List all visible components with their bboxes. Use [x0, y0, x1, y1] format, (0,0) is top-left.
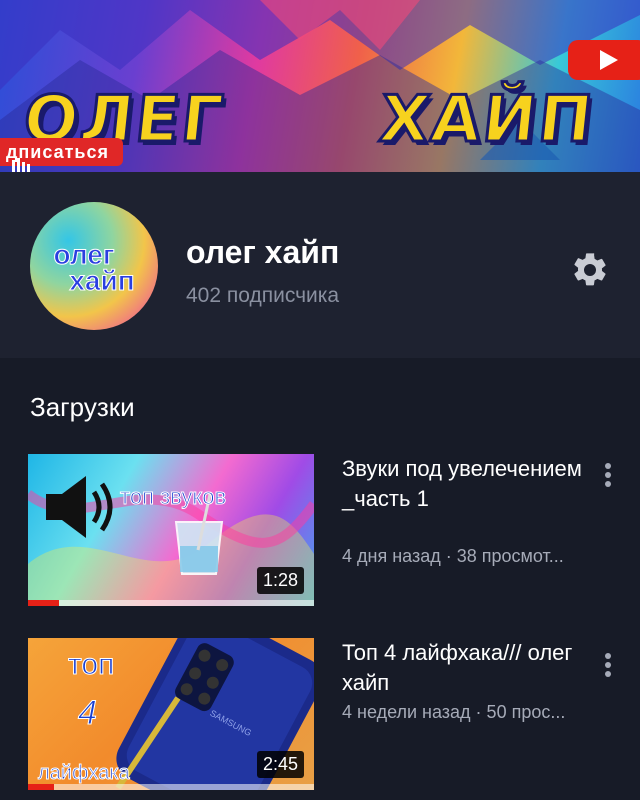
channel-header: олег хайп олег хайп 402 подписчика — [0, 172, 640, 358]
video-duration: 1:28 — [256, 567, 304, 594]
video-thumbnail[interactable]: топ звуков 1:28 — [28, 454, 314, 606]
uploads-section: Загрузки топ звуков 1:28 Звуки под увеле… — [0, 358, 640, 800]
watch-progress-bar — [28, 784, 314, 790]
more-vert-icon[interactable] — [598, 460, 618, 490]
video-meta: 4 дня назад · 38 просмот... — [342, 546, 564, 566]
video-meta: 4 недели назад · 50 прос... — [342, 702, 566, 722]
section-title: Загрузки — [30, 392, 135, 422]
thumbnail-caption-number: 4 — [78, 694, 98, 733]
banner-title-right: ХАЙП — [375, 82, 600, 159]
video-thumbnail[interactable]: SAMSUNG топ 4 лайфхака 2:45 — [28, 638, 314, 790]
thumbnail-caption-bottom: лайфхака — [38, 762, 131, 785]
channel-avatar[interactable]: олег хайп — [30, 202, 158, 330]
watch-progress-bar — [28, 600, 314, 606]
video-title[interactable]: Топ 4 лайфхака/// олег хайп — [342, 638, 592, 698]
youtube-logo-icon — [568, 40, 640, 80]
cursor-hand-icon — [12, 158, 30, 172]
gear-icon[interactable] — [570, 250, 610, 290]
channel-banner: ОЛЕГ ХАЙП дписаться — [0, 0, 640, 172]
avatar-text-line2: хайп — [69, 265, 135, 296]
speaker-icon — [46, 476, 113, 538]
more-vert-icon[interactable] — [598, 650, 618, 680]
video-title[interactable]: Звуки под увелечением _часть 1 — [342, 454, 592, 514]
watch-progress-fill — [28, 600, 60, 606]
watch-progress-fill — [28, 784, 54, 790]
thumbnail-caption-top: топ — [67, 648, 115, 682]
video-item[interactable]: топ звуков 1:28 Звуки под увелечением _ч… — [0, 454, 640, 614]
thumbnail-caption: топ звуков — [119, 484, 227, 510]
channel-name: олег хайп — [186, 234, 340, 270]
subscriber-count: 402 подписчика — [186, 284, 340, 307]
video-duration: 2:45 — [256, 751, 304, 778]
video-item[interactable]: SAMSUNG топ 4 лайфхака 2:45 Топ 4 лайфха… — [0, 638, 640, 798]
